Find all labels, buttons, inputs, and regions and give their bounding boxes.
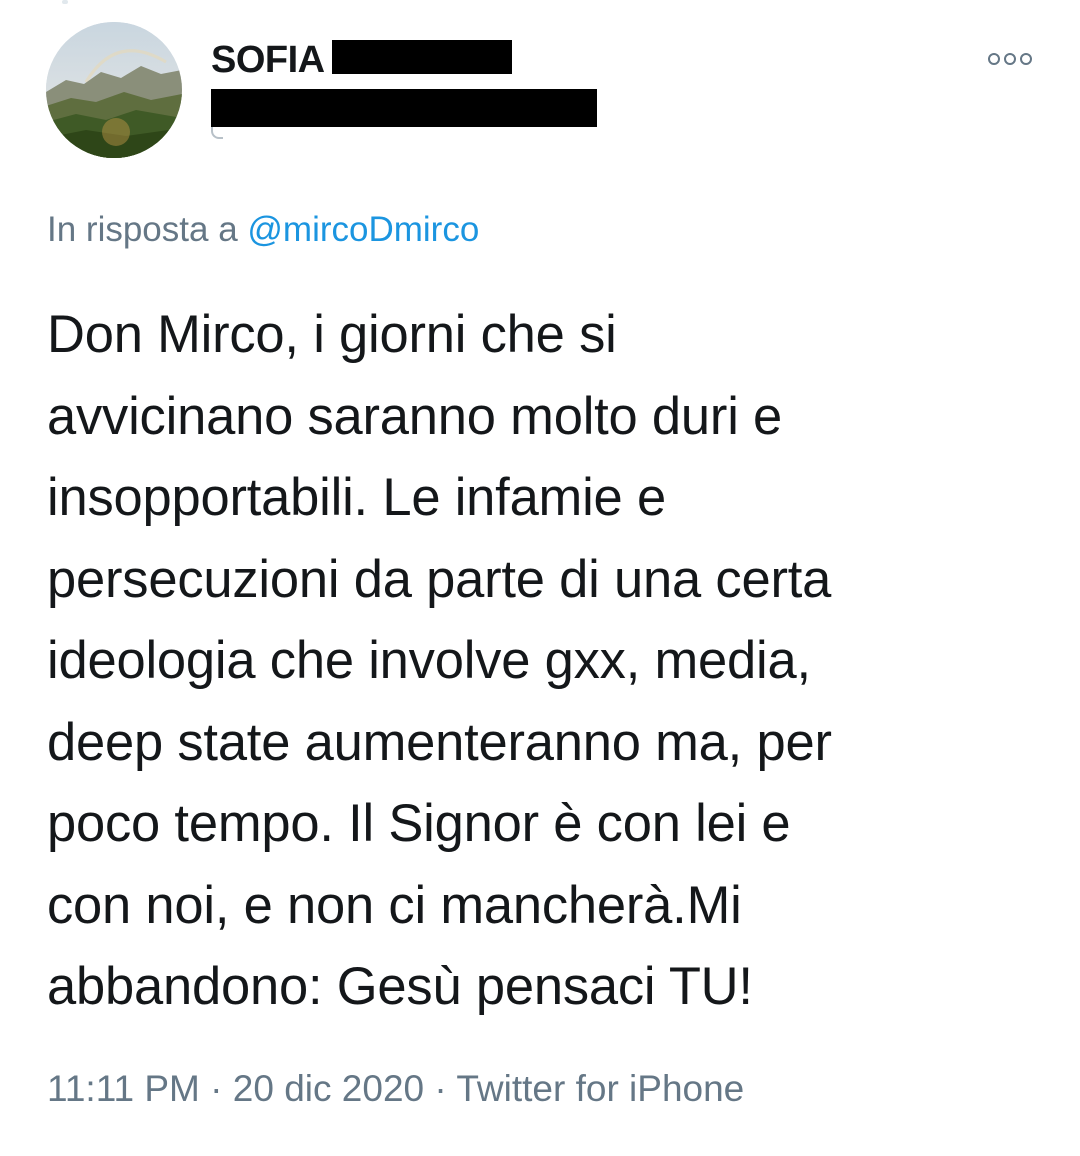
more-options-icon[interactable] [988,52,1032,66]
landscape-rainbow-avatar-image [46,22,182,158]
reply-prefix: In risposta a [47,210,238,249]
tweet-text: Don Mirco, i giorni che si avvicinano sa… [47,305,832,1016]
reply-mention-link[interactable]: @mircoDmirco [247,210,479,249]
avatar[interactable] [46,22,182,158]
reply-context: In risposta a @mircoDmirco [47,208,479,252]
tweet-source[interactable]: Twitter for iPhone [456,1068,744,1109]
more-dot-icon [988,53,1000,65]
more-dot-icon [1004,53,1016,65]
redaction-bar-name [332,40,512,74]
redaction-bar-handle [211,89,597,127]
top-edge [0,0,1080,6]
top-edge-divider [62,0,68,4]
more-dot-icon [1020,53,1032,65]
meta-separator: · [210,1068,223,1109]
tweet-date[interactable]: 20 dic 2020 [233,1068,424,1109]
handle-remnant [211,127,601,139]
display-name[interactable]: SOFIA [211,38,325,82]
tweet-meta: 11:11 PM · 20 dic 2020 · Twitter for iPh… [47,1066,744,1112]
meta-separator: · [434,1068,447,1109]
tweet-time[interactable]: 11:11 PM [47,1068,200,1109]
